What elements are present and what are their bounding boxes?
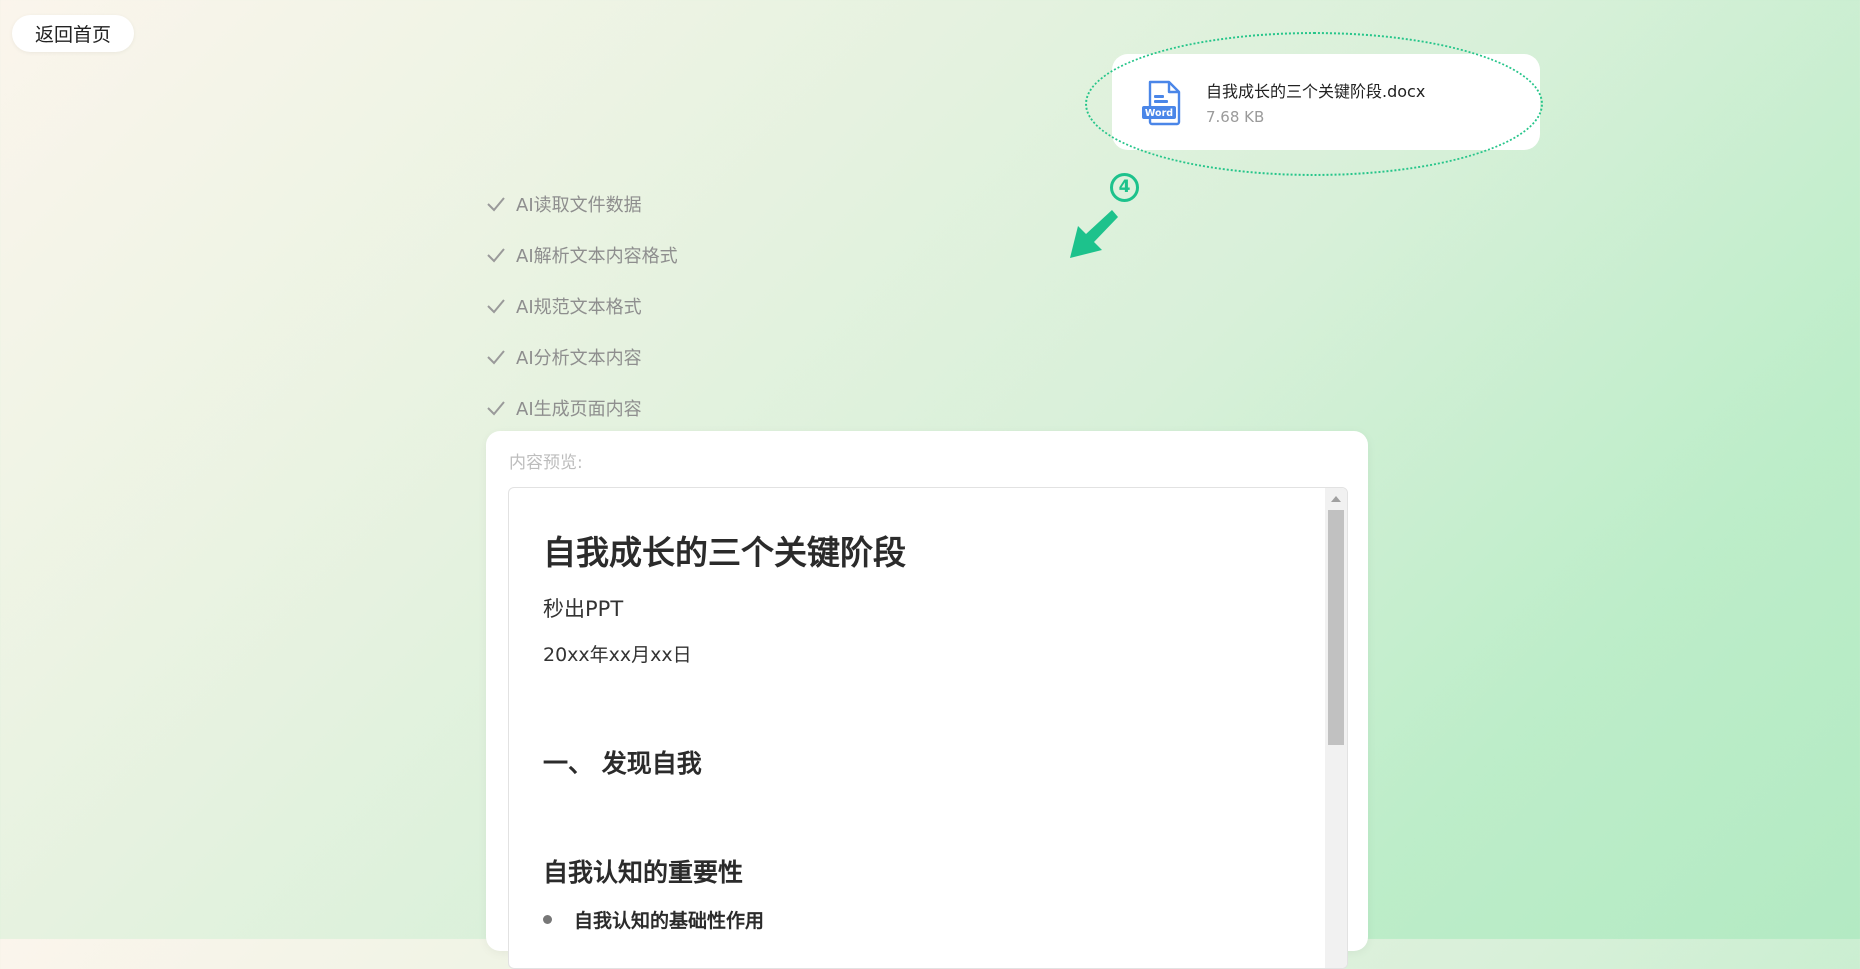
step-item: AI解析文本内容格式 (486, 229, 678, 280)
content-preview-card: 内容预览: 自我成长的三个关键阶段 秒出PPT 20xx年xx月xx日 一、 发… (486, 431, 1368, 969)
word-document-icon: Word (1142, 80, 1181, 126)
check-icon (487, 298, 505, 313)
uploaded-file-card[interactable]: Word 自我成长的三个关键阶段.docx 7.68 KB (1112, 54, 1540, 150)
subsection-heading: 自我认知的重要性 (543, 858, 744, 887)
check-icon (487, 349, 505, 364)
annotation-step-number: 4 (1110, 173, 1139, 202)
processing-steps-list: AI读取文件数据 AI解析文本内容格式 AI规范文本格式 AI分析文本内容 AI… (486, 178, 678, 433)
step-label: AI分析文本内容 (516, 347, 642, 369)
vertical-scrollbar[interactable] (1325, 488, 1347, 968)
bullet-dot-icon (543, 915, 552, 924)
back-home-button[interactable]: 返回首页 (12, 15, 134, 52)
bullet-text: 自我认知的基础性作用 (574, 910, 765, 932)
step-item: AI规范文本格式 (486, 280, 678, 331)
step-label: AI解析文本内容格式 (516, 245, 678, 267)
scrollbar-thumb[interactable] (1328, 510, 1344, 745)
file-name: 自我成长的三个关键阶段.docx (1206, 82, 1426, 101)
file-size: 7.68 KB (1206, 108, 1265, 126)
check-icon (487, 196, 505, 211)
step-label: AI读取文件数据 (516, 194, 642, 216)
step-item: AI生成页面内容 (486, 382, 678, 433)
annotation-arrow-icon (1070, 210, 1118, 258)
section-heading: 一、 发现自我 (543, 749, 702, 778)
document-preview-frame[interactable]: 自我成长的三个关键阶段 秒出PPT 20xx年xx月xx日 一、 发现自我 自我… (508, 487, 1348, 969)
step-item: AI分析文本内容 (486, 331, 678, 382)
step-label: AI规范文本格式 (516, 296, 642, 318)
document-title: 自我成长的三个关键阶段 (543, 533, 906, 572)
bullet-item: 自我认知的基础性作用 (543, 906, 764, 933)
step-item: AI读取文件数据 (486, 178, 678, 229)
preview-label: 内容预览: (509, 453, 583, 473)
check-icon (487, 400, 505, 415)
scroll-up-arrow-icon[interactable] (1331, 496, 1341, 502)
check-icon (487, 247, 505, 262)
document-date: 20xx年xx月xx日 (543, 644, 692, 666)
step-label: AI生成页面内容 (516, 398, 642, 420)
document-subtitle: 秒出PPT (543, 597, 624, 621)
word-badge-text: Word (1145, 108, 1173, 119)
